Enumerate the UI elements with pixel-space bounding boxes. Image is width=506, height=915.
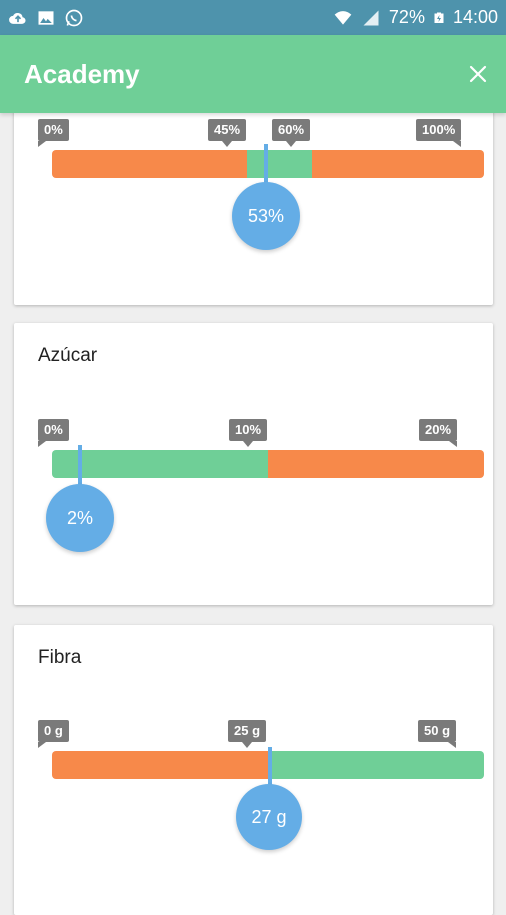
value-marker-bubble[interactable]: 53% — [232, 182, 300, 250]
clock: 14:00 — [452, 7, 498, 27]
app-title: Academy — [24, 58, 140, 89]
range-segment-high — [52, 150, 247, 178]
range-bar — [52, 150, 484, 178]
value-marker-bubble[interactable]: 2% — [46, 484, 114, 552]
nutrient-card-1: 0% 45% 60% 100% 53% — [14, 80, 493, 305]
scale-tick-max: 100% — [416, 119, 462, 147]
status-bar: 72% 14:00 — [0, 0, 506, 35]
range-segment-low — [52, 751, 268, 779]
signal-icon — [363, 10, 379, 25]
nutrient-card-fiber: Fibra 0 g 25 g 50 g 27 g — [14, 625, 493, 915]
scale-tick-min: 0 g — [38, 720, 69, 748]
image-icon — [38, 10, 54, 25]
scale-tick-max: 20% — [419, 419, 458, 447]
scale-tick-mid: 25 g — [228, 720, 267, 748]
range-segment-high — [312, 150, 484, 178]
scale-tick-mid: 10% — [229, 419, 268, 447]
cloud-upload-icon — [9, 12, 26, 24]
range-bar — [52, 450, 484, 478]
battery-percent: 72% — [388, 7, 425, 27]
range-segment-ok — [247, 150, 312, 178]
app-bar: Academy — [0, 35, 506, 113]
range-segment-high — [268, 450, 484, 478]
scale-tick-min: 0% — [38, 119, 69, 147]
scale-tick-max: 50 g — [418, 720, 457, 748]
value-marker-bubble[interactable]: 27 g — [236, 784, 302, 850]
whatsapp-icon — [65, 9, 83, 26]
scale-tick-low: 45% — [208, 119, 247, 147]
scale-tick-min: 0% — [38, 419, 69, 447]
close-icon[interactable] — [468, 64, 488, 84]
card-title: Fibra — [38, 647, 82, 668]
range-segment-ok — [52, 450, 268, 478]
card-title: Azúcar — [38, 345, 98, 366]
range-segment-ok — [268, 751, 484, 779]
scale-tick-high: 60% — [272, 119, 311, 147]
battery-charging-icon — [434, 12, 444, 23]
wifi-icon — [334, 10, 352, 25]
nutrient-card-sugar: Azúcar 0% 10% 20% 2% — [14, 323, 493, 605]
